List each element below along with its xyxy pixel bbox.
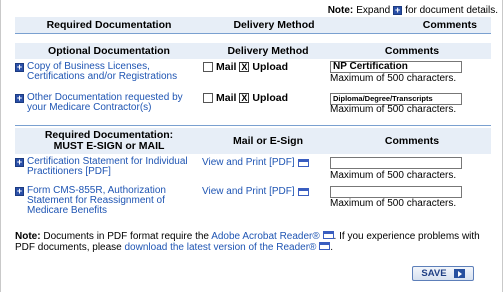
view-print-label[interactable]: View and Print [PDF]: [202, 157, 295, 168]
expand-icon[interactable]: +: [15, 94, 24, 103]
document-panel: Note: Expand + for document details. Req…: [0, 0, 503, 292]
upload-checkbox[interactable]: X: [239, 93, 250, 103]
note-label: Note:: [15, 231, 41, 242]
upload-label: Upload: [252, 61, 289, 73]
mail-label: Mail: [216, 92, 237, 104]
new-window-icon: [297, 187, 309, 196]
comments-col: Comments: [422, 19, 477, 31]
new-window-icon: [297, 158, 309, 167]
expand-icon[interactable]: +: [15, 63, 24, 72]
mail-checkbox[interactable]: [203, 62, 213, 72]
save-label: SAVE: [421, 268, 447, 279]
esign-doc-col-line2: MUST E-SIGN or MAIL: [53, 140, 165, 152]
acrobat-reader-link[interactable]: Adobe Acrobat Reader®: [211, 231, 320, 242]
list-item[interactable]: + Certification Statement for Individual…: [15, 157, 195, 177]
esign-doc-col: Required Documentation: MUST E-SIGN or M…: [15, 130, 203, 152]
save-button[interactable]: SAVE: [412, 266, 474, 281]
expand-icon: +: [393, 5, 403, 15]
note-text-after: for document details.: [405, 5, 498, 16]
list-item[interactable]: + Other Documentation requested by your …: [15, 93, 195, 113]
pdf-note: Note: Documents in PDF format require th…: [15, 231, 485, 253]
required-documentation-header: Required Documentation Delivery Method C…: [15, 17, 491, 33]
max-chars-note: Maximum of 500 characters.: [330, 104, 457, 115]
download-reader-link[interactable]: download the latest version of the Reade…: [125, 242, 317, 253]
delivery-method-col: Delivery Method: [233, 19, 315, 31]
delivery-options: Mail X Upload: [203, 61, 288, 73]
list-item[interactable]: + Form CMS-855R, Authorization Statement…: [15, 186, 195, 216]
comments-col: Comments: [384, 135, 440, 147]
document-link[interactable]: Certification Statement for Individual P…: [27, 157, 195, 177]
document-link[interactable]: Other Documentation requested by your Me…: [27, 93, 195, 113]
note-text-1: Documents in PDF format require the: [43, 231, 209, 242]
expand-note: Note: Expand + for document details.: [328, 5, 498, 16]
max-chars-note: Maximum of 500 characters.: [330, 198, 457, 209]
mail-or-esign-col: Mail or E-Sign: [232, 135, 303, 147]
view-print-label[interactable]: View and Print [PDF]: [202, 186, 295, 197]
divider: [15, 33, 491, 34]
note-label: Note:: [327, 5, 354, 16]
upload-checkbox[interactable]: X: [239, 62, 250, 72]
expand-icon[interactable]: +: [15, 158, 24, 167]
upload-label: Upload: [252, 92, 289, 104]
note-text-3: .: [330, 242, 333, 253]
mail-label: Mail: [216, 61, 237, 73]
delivery-options: Mail X Upload: [203, 92, 288, 104]
new-window-icon: [319, 242, 331, 250]
view-print-link[interactable]: View and Print [PDF]: [202, 186, 309, 197]
list-item[interactable]: + Copy of Business Licenses, Certificati…: [15, 62, 195, 82]
required-doc-col: Required Documentation: [46, 19, 172, 31]
view-print-link[interactable]: View and Print [PDF]: [202, 157, 309, 168]
comment-field[interactable]: [330, 186, 462, 198]
comment-field[interactable]: [330, 157, 462, 169]
arrow-right-icon: [453, 269, 465, 278]
new-window-icon: [322, 231, 334, 239]
max-chars-note: Maximum of 500 characters.: [330, 170, 457, 181]
comments-col: Comments: [384, 45, 440, 57]
mail-checkbox[interactable]: [203, 93, 213, 103]
max-chars-note: Maximum of 500 characters.: [330, 73, 457, 84]
document-link[interactable]: Copy of Business Licenses, Certification…: [27, 62, 195, 82]
note-text-before: Expand: [356, 5, 391, 16]
comment-field[interactable]: NP Certification: [330, 61, 462, 73]
optional-doc-col: Optional Documentation: [48, 45, 170, 57]
optional-documentation-header: Optional Documentation Delivery Method C…: [15, 43, 491, 59]
document-link[interactable]: Form CMS-855R, Authorization Statement f…: [27, 186, 195, 216]
divider: [15, 125, 491, 126]
esign-documentation-header: Required Documentation: MUST E-SIGN or M…: [15, 128, 491, 154]
delivery-method-col: Delivery Method: [227, 45, 309, 57]
expand-icon[interactable]: +: [15, 187, 24, 196]
